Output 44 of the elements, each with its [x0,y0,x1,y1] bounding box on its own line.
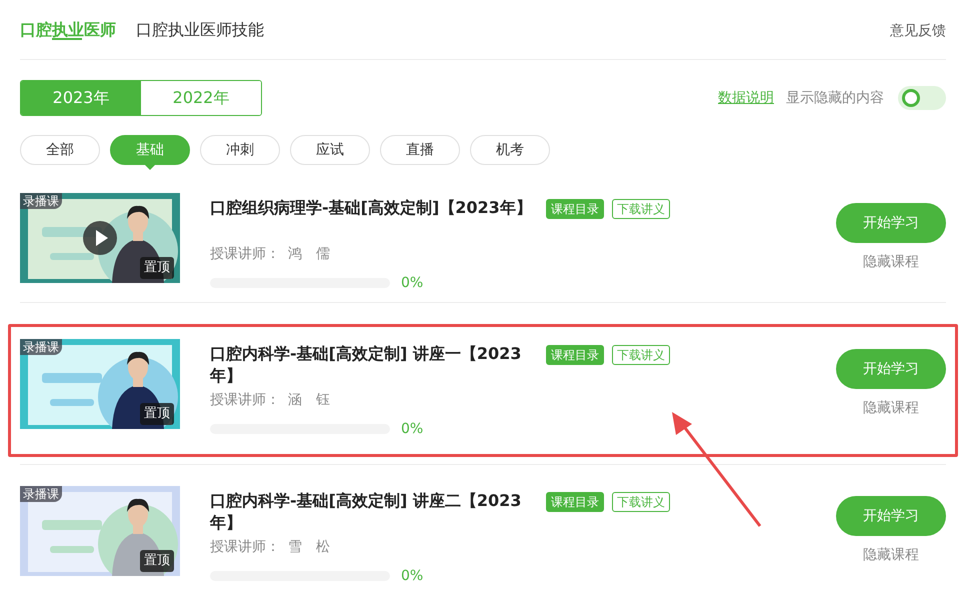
start-button[interactable]: 开始学习 [836,349,946,389]
filter-tab[interactable]: 应试 [290,135,370,165]
data-note-link[interactable]: 数据说明 [718,89,774,107]
toggle-label: 显示隐藏的内容 [786,89,884,107]
filter-tab[interactable]: 机考 [470,135,550,165]
teacher-label: 授课讲师： [210,539,280,555]
feedback-link[interactable]: 意见反馈 [890,0,946,40]
hide-course-link[interactable]: 隐藏课程 [863,253,919,271]
catalog-button[interactable]: 课程目录 [546,199,604,219]
category-tab[interactable]: 口腔执业医师技能 [136,0,264,40]
hide-course-link[interactable]: 隐藏课程 [863,399,919,417]
pin-badge[interactable]: 置顶 [140,257,174,279]
toggle-switch[interactable] [898,86,946,110]
download-button[interactable]: 下载讲义 [612,199,670,219]
teacher-label: 授课讲师： [210,246,280,262]
start-button[interactable]: 开始学习 [836,203,946,243]
course-title: 口腔内科学-基础[高效定制] 讲座一【2023年】 [210,343,522,387]
teacher-label: 授课讲师： [210,392,280,408]
course-title: 口腔内科学-基础[高效定制] 讲座二【2023年】 [210,490,522,534]
tab-pointer-icon [144,164,156,170]
start-button[interactable]: 开始学习 [836,496,946,536]
pin-badge[interactable]: 置顶 [140,403,174,425]
progress-percent: 0% [401,568,424,584]
progress-percent: 0% [401,421,424,437]
year-tab[interactable]: 2023年 [21,81,141,115]
course-type-badge: 录播课 [20,193,62,209]
course-title: 口腔组织病理学-基础[高效定制]【2023年】 [210,197,532,219]
catalog-button[interactable]: 课程目录 [546,492,604,512]
progress-percent: 0% [401,275,424,291]
course-type-badge: 录播课 [20,486,62,502]
filter-tab[interactable]: 冲刺 [200,135,280,165]
teacher-name: 涵 钰 [288,392,330,408]
play-icon[interactable] [83,221,117,255]
filter-tab[interactable]: 全部 [20,135,100,165]
download-button[interactable]: 下载讲义 [612,492,670,512]
teacher-name: 雪 松 [288,539,330,555]
category-tab[interactable]: 口腔执业医师 [20,0,116,40]
catalog-button[interactable]: 课程目录 [546,345,604,365]
course-type-badge: 录播课 [20,339,62,355]
teacher-name: 鸿 儒 [288,246,330,262]
download-button[interactable]: 下载讲义 [612,345,670,365]
pin-badge[interactable]: 置顶 [140,550,174,572]
hide-course-link[interactable]: 隐藏课程 [863,546,919,564]
filter-tab[interactable]: 直播 [380,135,460,165]
